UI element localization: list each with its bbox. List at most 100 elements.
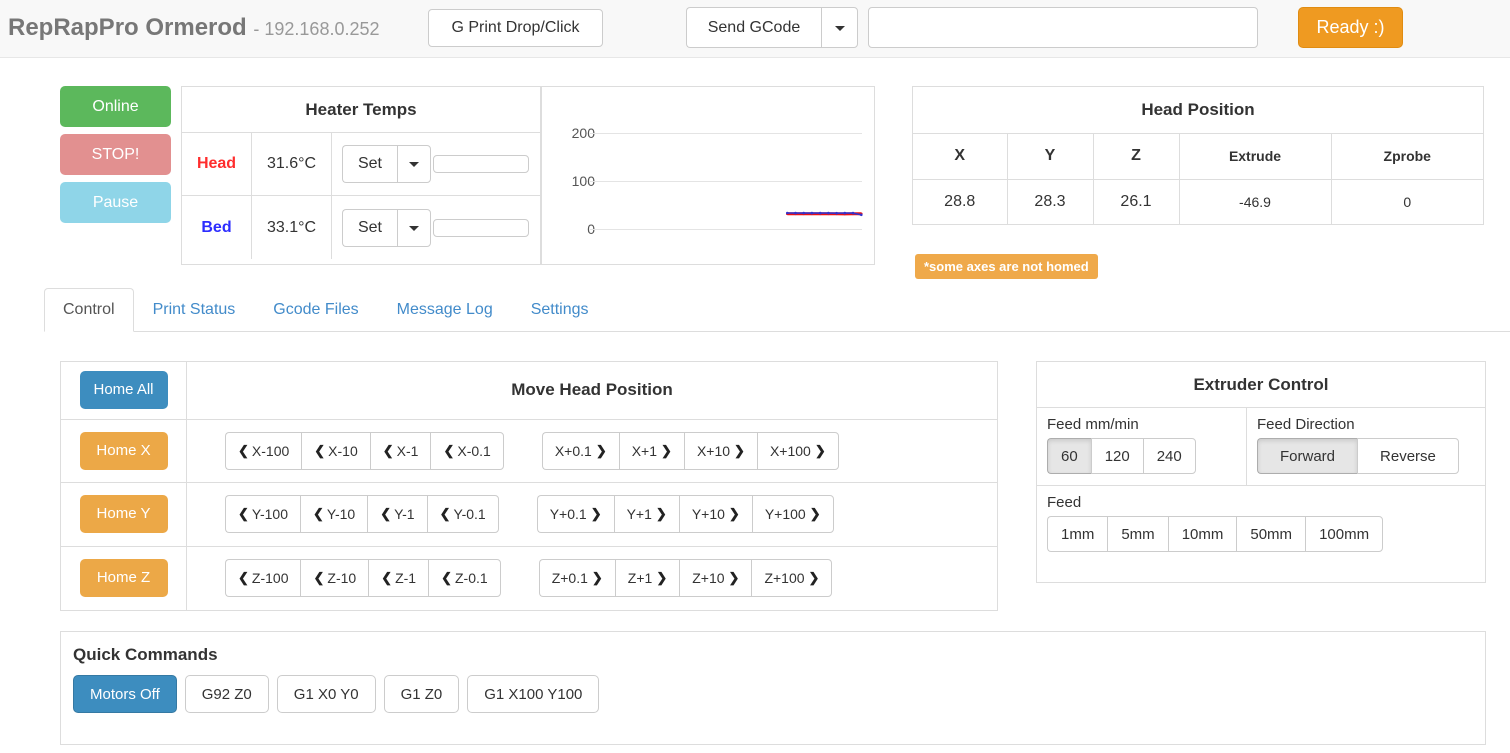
heater-temp-input-bed[interactable] — [433, 219, 529, 237]
g1-x0-y0-button[interactable]: G1 X0 Y0 — [277, 675, 376, 713]
gcode-input[interactable] — [868, 7, 1258, 48]
move-z-minus-100-button[interactable]: ❮Z-100 — [225, 559, 300, 597]
button-label: X+10 — [697, 443, 730, 459]
move-x-minus-100-button[interactable]: ❮X-100 — [225, 432, 301, 470]
status-badge[interactable]: Ready :) — [1298, 7, 1403, 48]
move-y-plus-1-button[interactable]: Y+1❯ — [614, 495, 679, 533]
move-z-plus-10-button[interactable]: Z+10❯ — [679, 559, 751, 597]
move-x-plus-0.1-button[interactable]: X+0.1❯ — [542, 432, 619, 470]
move-z-plus-100-button[interactable]: Z+100❯ — [751, 559, 832, 597]
tab-gcode-files[interactable]: Gcode Files — [254, 288, 377, 332]
feed-5mm-button[interactable]: 5mm — [1107, 516, 1167, 552]
chevron-left-icon: ❮ — [238, 570, 249, 586]
head-position-title-row: Head Position — [913, 87, 1483, 133]
main-tab-bar: Control Print Status Gcode Files Message… — [44, 288, 1510, 332]
extruder-control-panel: Extruder Control Feed mm/min 60 120 240 … — [1036, 361, 1486, 583]
online-button[interactable]: Online — [60, 86, 171, 127]
feed-rate-240-button[interactable]: 240 — [1143, 438, 1196, 474]
g1-z0-button[interactable]: G1 Z0 — [384, 675, 460, 713]
heater-temp-head: 31.6°C — [252, 133, 332, 195]
move-y-negative-group: ❮Y-100 ❮Y-10 ❮Y-1 ❮Y-0.1 — [225, 495, 499, 533]
send-gcode-button[interactable]: Send GCode — [686, 7, 821, 48]
move-head-position-title: Move Head Position — [187, 380, 997, 400]
move-z-plus-1-button[interactable]: Z+1❯ — [615, 559, 679, 597]
stop-button[interactable]: STOP! — [60, 134, 171, 175]
button-label: Y+0.1 — [550, 506, 587, 522]
pause-button[interactable]: Pause — [60, 182, 171, 223]
feed-rate-60-button[interactable]: 60 — [1047, 438, 1091, 474]
home-y-button[interactable]: Home Y — [80, 495, 168, 533]
feed-1mm-button[interactable]: 1mm — [1047, 516, 1107, 552]
move-y-plus-0.1-button[interactable]: Y+0.1❯ — [537, 495, 614, 533]
heater-row-bed: Bed 33.1°C Set — [182, 196, 540, 259]
feed-100mm-button[interactable]: 100mm — [1305, 516, 1383, 552]
heater-controls-bed: Set — [332, 196, 540, 259]
move-y-minus-1-button[interactable]: ❮Y-1 — [367, 495, 426, 533]
heater-set-button-bed[interactable]: Set — [342, 209, 397, 247]
move-x-plus-1-button[interactable]: X+1❯ — [619, 432, 684, 470]
quick-commands-title: Quick Commands — [61, 632, 1485, 665]
column-header-extrude: Extrude — [1179, 133, 1331, 179]
heater-set-dropdown-bed[interactable] — [397, 209, 431, 247]
chevron-left-icon: ❮ — [441, 570, 452, 586]
move-y-plus-10-button[interactable]: Y+10❯ — [679, 495, 752, 533]
move-y-minus-100-button[interactable]: ❮Y-100 — [225, 495, 300, 533]
send-gcode-dropdown-toggle[interactable] — [821, 7, 858, 48]
move-y-minus-0.1-button[interactable]: ❮Y-0.1 — [427, 495, 499, 533]
move-row-x: Home X ❮X-100 ❮X-10 ❮X-1 ❮X-0.1 X+0.1❯ X… — [61, 420, 997, 483]
feed-50mm-button[interactable]: 50mm — [1236, 516, 1305, 552]
feed-10mm-button[interactable]: 10mm — [1168, 516, 1237, 552]
chevron-left-icon: ❮ — [443, 443, 454, 459]
chevron-left-icon: ❮ — [380, 506, 391, 522]
feed-amount-group: 1mm 5mm 10mm 50mm 100mm — [1047, 516, 1475, 552]
column-header-y: Y — [1007, 133, 1093, 179]
feed-direction-forward-button[interactable]: Forward — [1257, 438, 1357, 474]
move-z-minus-0.1-button[interactable]: ❮Z-0.1 — [428, 559, 501, 597]
move-z-plus-0.1-button[interactable]: Z+0.1❯ — [539, 559, 615, 597]
heater-set-dropdown-head[interactable] — [397, 145, 431, 183]
machine-status-buttons: Online STOP! Pause — [60, 86, 171, 230]
g92-z0-button[interactable]: G92 Z0 — [185, 675, 269, 713]
brand-name: RepRapPro Ormerod — [8, 14, 247, 41]
move-z-positive-group: Z+0.1❯ Z+1❯ Z+10❯ Z+100❯ — [539, 559, 833, 597]
tab-settings[interactable]: Settings — [512, 288, 608, 332]
head-position-value-row: 28.8 28.3 26.1 -46.9 0 — [913, 179, 1483, 225]
home-x-button[interactable]: Home X — [80, 432, 168, 470]
chevron-left-icon: ❮ — [381, 570, 392, 586]
move-x-minus-0.1-button[interactable]: ❮X-0.1 — [430, 432, 503, 470]
home-all-button[interactable]: Home All — [80, 371, 168, 409]
feed-direction-reverse-button[interactable]: Reverse — [1357, 438, 1459, 474]
head-position-panel: Head Position X Y Z Extrude Zprobe 28.8 … — [912, 86, 1484, 225]
heater-temp-input-head[interactable] — [433, 155, 529, 173]
button-label: Y+100 — [765, 506, 806, 522]
quick-commands-panel: Quick Commands Motors Off G92 Z0 G1 X0 Y… — [60, 631, 1486, 745]
home-z-button[interactable]: Home Z — [80, 559, 168, 597]
tab-message-log[interactable]: Message Log — [378, 288, 512, 332]
g1-x100-y100-button[interactable]: G1 X100 Y100 — [467, 675, 599, 713]
move-x-buttons: ❮X-100 ❮X-10 ❮X-1 ❮X-0.1 X+0.1❯ X+1❯ X+1… — [187, 420, 997, 482]
button-label: Z+10 — [692, 570, 724, 586]
send-gcode-group: Send GCode — [686, 7, 1258, 48]
chevron-down-icon — [409, 162, 419, 167]
move-y-plus-100-button[interactable]: Y+100❯ — [752, 495, 834, 533]
chevron-left-icon: ❮ — [440, 506, 451, 522]
button-label: X-10 — [328, 443, 358, 459]
heater-set-button-head[interactable]: Set — [342, 145, 397, 183]
move-x-plus-100-button[interactable]: X+100❯ — [757, 432, 839, 470]
move-z-minus-10-button[interactable]: ❮Z-10 — [300, 559, 368, 597]
move-x-minus-1-button[interactable]: ❮X-1 — [370, 432, 431, 470]
temperature-chart-panel: 200 100 0 — [541, 86, 875, 265]
move-y-positive-group: Y+0.1❯ Y+1❯ Y+10❯ Y+100❯ — [537, 495, 834, 533]
button-label: Z+0.1 — [552, 570, 588, 586]
move-x-minus-10-button[interactable]: ❮X-10 — [301, 432, 369, 470]
tab-print-status[interactable]: Print Status — [134, 288, 255, 332]
move-z-minus-1-button[interactable]: ❮Z-1 — [368, 559, 428, 597]
feed-rate-120-button[interactable]: 120 — [1091, 438, 1143, 474]
tab-control[interactable]: Control — [44, 288, 134, 332]
motors-off-button[interactable]: Motors Off — [73, 675, 177, 713]
chevron-left-icon: ❮ — [383, 443, 394, 459]
move-x-plus-10-button[interactable]: X+10❯ — [684, 432, 757, 470]
print-drop-click-button[interactable]: G Print Drop/Click — [428, 9, 603, 47]
chevron-right-icon: ❯ — [596, 443, 607, 459]
move-y-minus-10-button[interactable]: ❮Y-10 — [300, 495, 367, 533]
